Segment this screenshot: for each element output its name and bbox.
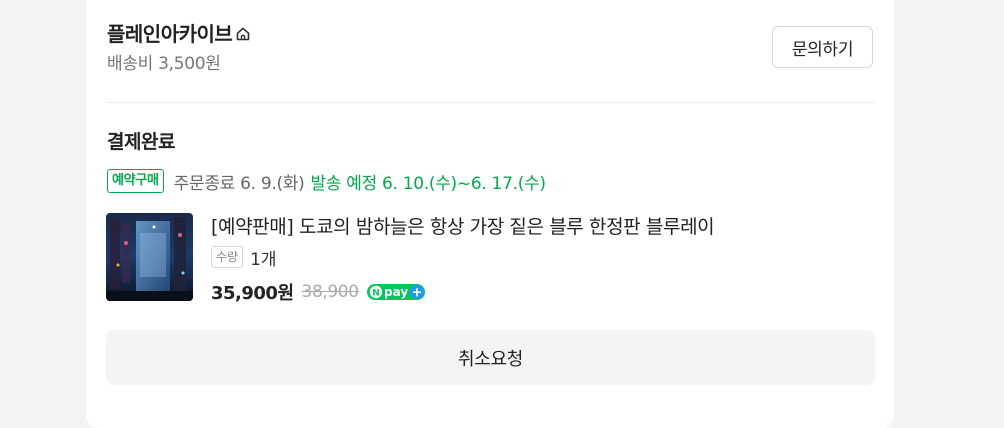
quantity-row: 수량 1개 bbox=[211, 245, 277, 270]
divider bbox=[107, 102, 875, 103]
shipping-plan: 발송 예정 6. 10.(수)~6. 17.(수) bbox=[310, 173, 546, 194]
order-close-date: 주문종료 6. 9.(화) bbox=[173, 173, 305, 194]
seller-header[interactable]: 플레인아카이브 bbox=[107, 18, 251, 47]
seller-name[interactable]: 플레인아카이브 bbox=[107, 18, 233, 47]
home-icon bbox=[235, 26, 251, 42]
npay-n-letter: N bbox=[372, 288, 380, 298]
original-price: 38,900 bbox=[301, 282, 359, 302]
product-image bbox=[106, 213, 193, 301]
shipping-fee: 배송비 3,500원 bbox=[107, 54, 221, 74]
price-row: 35,900원 38,900 N pay + bbox=[211, 279, 427, 305]
sale-price: 35,900원 bbox=[211, 283, 294, 304]
npay-plus-icon: N pay + bbox=[366, 283, 427, 301]
cancel-request-button[interactable]: 취소요청 bbox=[106, 330, 875, 385]
order-info-row: 예약구매 주문종료 6. 9.(화) 발송 예정 6. 10.(수)~6. 17… bbox=[107, 168, 546, 194]
product-thumbnail[interactable] bbox=[106, 213, 193, 301]
quantity-value: 1개 bbox=[250, 249, 277, 270]
product-title[interactable]: [예약판매] 도쿄의 밤하늘은 항상 가장 짙은 블루 한정판 블루레이 bbox=[211, 212, 715, 239]
inquiry-button[interactable]: 문의하기 bbox=[772, 26, 873, 68]
preorder-badge: 예약구매 bbox=[107, 169, 164, 193]
order-status: 결제완료 bbox=[107, 131, 175, 153]
quantity-label: 수량 bbox=[211, 246, 244, 268]
npay-text: pay bbox=[384, 285, 408, 299]
npay-plus: + bbox=[411, 285, 422, 300]
